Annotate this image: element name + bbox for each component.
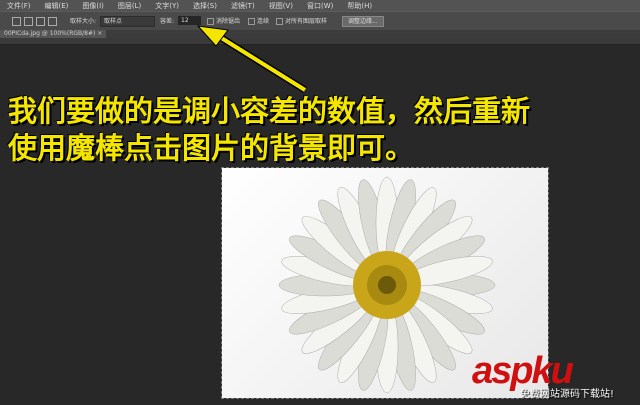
caption-line-2: 使用魔棒点击图片的背景即可。 <box>8 131 415 165</box>
caption-line-1: 我们要做的是调小容差的数值，然后重新 <box>8 94 531 128</box>
watermark-subtitle: 免费网站源码下载站! <box>520 389 615 400</box>
